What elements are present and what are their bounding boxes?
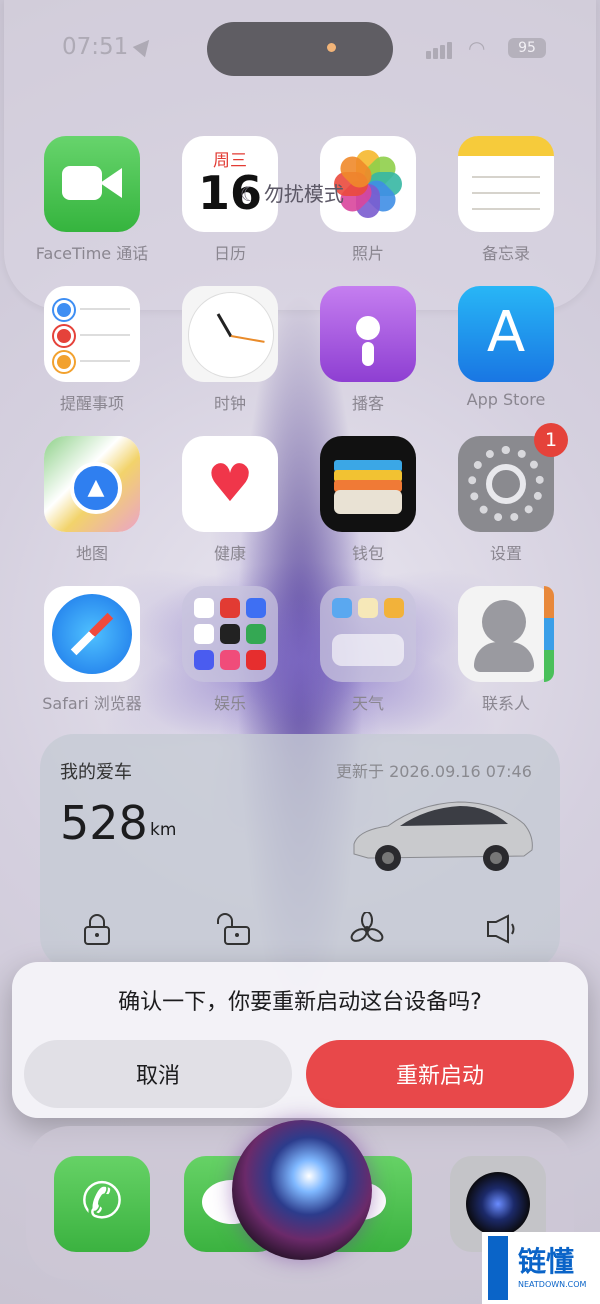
health-icon[interactable]: ♥ <box>182 436 278 532</box>
app-store-icon[interactable]: A <box>458 286 554 382</box>
horn-icon[interactable] <box>484 912 518 946</box>
watermark-logo: 链懂 NEATDOWN.COM <box>482 1232 600 1304</box>
notification-badge: 1 <box>534 423 568 457</box>
phone-icon[interactable]: ✆ <box>54 1156 150 1252</box>
reminders-icon[interactable] <box>44 286 140 382</box>
app-label: FaceTime 通话 <box>35 244 149 263</box>
dialog-message: 确认一下，你要重新启动这台设备吗? <box>118 990 482 1015</box>
app-label: App Store <box>466 390 546 409</box>
widget-updated-time: 更新于 2026.09.16 07:46 <box>336 762 532 781</box>
app-label: 钱包 <box>351 544 384 563</box>
maps-icon[interactable]: ▲ <box>44 436 140 532</box>
app-label: 联系人 <box>481 694 530 713</box>
unlock-icon[interactable] <box>216 912 250 946</box>
app-label: 备忘录 <box>481 244 530 263</box>
entertainment-folder-icon[interactable] <box>182 586 278 682</box>
notes-icon[interactable] <box>458 136 554 232</box>
siri-orb[interactable] <box>232 1120 372 1260</box>
widget-title: 我的爱车 <box>60 762 132 783</box>
weather-folder-icon[interactable] <box>320 586 416 682</box>
app-label: 日历 <box>213 244 246 263</box>
app-label: 天气 <box>351 694 384 713</box>
safari-icon[interactable] <box>44 586 140 682</box>
app-label: Safari 浏览器 <box>42 694 142 713</box>
contacts-icon[interactable] <box>458 586 554 682</box>
app-label: 娱乐 <box>213 694 246 713</box>
cancel-button[interactable]: 取消 <box>24 1040 292 1108</box>
app-label: 提醒事项 <box>59 394 124 413</box>
fan-icon[interactable] <box>350 912 384 946</box>
clock-icon[interactable] <box>182 286 278 382</box>
widget-range-value: 528 <box>60 796 148 850</box>
lock-icon[interactable] <box>80 912 114 946</box>
app-label: 健康 <box>213 544 246 563</box>
app-label: 时钟 <box>213 394 246 413</box>
restart-button[interactable]: 重新启动 <box>306 1040 574 1108</box>
moon-icon: ☾ <box>240 182 258 206</box>
app-label: 设置 <box>489 544 522 563</box>
widget-range-unit: km <box>150 820 177 840</box>
podcasts-icon[interactable] <box>320 286 416 382</box>
dnd-label: ☾ 勿扰模式 <box>240 182 344 206</box>
app-label: 播客 <box>351 394 384 413</box>
facetime-icon[interactable] <box>44 136 140 232</box>
app-label: 照片 <box>351 244 384 263</box>
app-label: 地图 <box>75 544 108 563</box>
car-image <box>353 801 533 871</box>
wallet-icon[interactable] <box>320 436 416 532</box>
